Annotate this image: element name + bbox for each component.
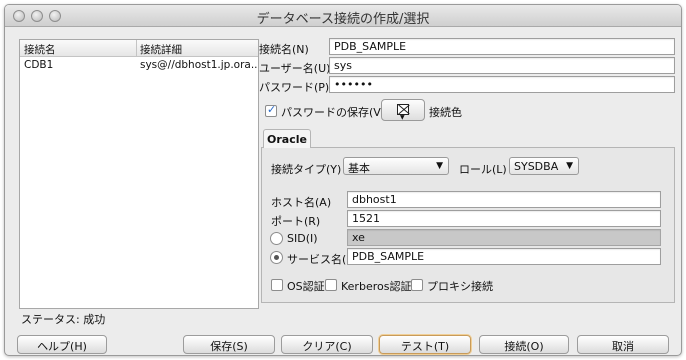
connection-row[interactable]: CDB1 sys@//dbhost1.jp.ora... xyxy=(20,58,258,74)
column-header-details[interactable]: 接続詳細 xyxy=(140,42,182,57)
connection-list[interactable]: 接続名 接続詳細 CDB1 sys@//dbhost1.jp.ora... xyxy=(19,39,259,309)
kerberos-auth-checkbox[interactable] xyxy=(325,279,337,291)
help-button[interactable]: ヘルプ(H) xyxy=(17,335,107,354)
connection-type-select[interactable]: 基本 ▼ xyxy=(343,157,449,175)
connection-color-button[interactable]: ▼ xyxy=(381,99,425,121)
port-label: ポート(R) xyxy=(271,215,321,228)
sid-label: SID(I) xyxy=(287,232,318,245)
service-name-input[interactable]: PDB_SAMPLE xyxy=(347,248,661,265)
title-bar: データベース接続の作成/選択 xyxy=(5,5,681,27)
port-input[interactable]: 1521 xyxy=(347,210,661,227)
password-input[interactable]: •••••• xyxy=(329,76,675,93)
role-value: SYSDBA xyxy=(514,160,559,173)
connection-name-input[interactable]: PDB_SAMPLE xyxy=(329,38,675,55)
connection-color-label: 接続色 xyxy=(429,106,462,119)
dropdown-arrow-icon: ▼ xyxy=(400,114,405,121)
dialog-window: データベース接続の作成/選択 接続名 接続詳細 CDB1 sys@//dbhos… xyxy=(4,4,682,356)
connection-type-label: 接続タイプ(Y) xyxy=(271,163,342,176)
window-title: データベース接続の作成/選択 xyxy=(256,12,430,27)
os-auth-checkbox[interactable] xyxy=(271,279,283,291)
service-name-radio[interactable] xyxy=(270,251,283,264)
username-input[interactable]: sys xyxy=(329,57,675,74)
tab-oracle[interactable]: Oracle xyxy=(263,129,311,148)
connection-details-cell: sys@//dbhost1.jp.ora... xyxy=(140,59,258,71)
password-label: パスワード(P) xyxy=(259,81,330,94)
column-header-name[interactable]: 接続名 xyxy=(24,42,56,57)
save-password-label: パスワードの保存(V) xyxy=(281,106,386,119)
sid-radio[interactable] xyxy=(270,232,283,245)
proxy-connection-label: プロキシ接続 xyxy=(427,280,493,293)
sid-input: xe xyxy=(347,229,661,246)
connection-list-header: 接続名 接続詳細 xyxy=(20,40,258,57)
connection-type-value: 基本 xyxy=(348,162,370,175)
chevron-down-icon: ▼ xyxy=(566,161,573,171)
connect-button[interactable]: 接続(O) xyxy=(479,335,569,354)
connection-name-label: 接続名(N) xyxy=(259,43,309,56)
status-text: ステータス: 成功 xyxy=(21,313,106,326)
save-password-checkbox[interactable] xyxy=(265,103,277,117)
hostname-input[interactable]: dbhost1 xyxy=(347,191,661,208)
save-button[interactable]: 保存(S) xyxy=(183,335,275,354)
chevron-down-icon: ▼ xyxy=(436,161,443,171)
kerberos-auth-label: Kerberos認証 xyxy=(341,280,412,293)
role-select[interactable]: SYSDBA ▼ xyxy=(509,157,579,175)
username-label: ユーザー名(U) xyxy=(259,62,331,75)
os-auth-label: OS認証 xyxy=(287,280,325,293)
clear-button[interactable]: クリア(C) xyxy=(281,335,373,354)
cancel-button[interactable]: 取消 xyxy=(577,335,669,354)
hostname-label: ホスト名(A) xyxy=(271,196,332,209)
role-label: ロール(L) xyxy=(459,163,507,176)
connection-name-cell: CDB1 xyxy=(24,59,54,71)
proxy-connection-checkbox[interactable] xyxy=(411,279,423,291)
column-divider xyxy=(136,40,137,57)
test-button[interactable]: テスト(T) xyxy=(379,335,471,354)
